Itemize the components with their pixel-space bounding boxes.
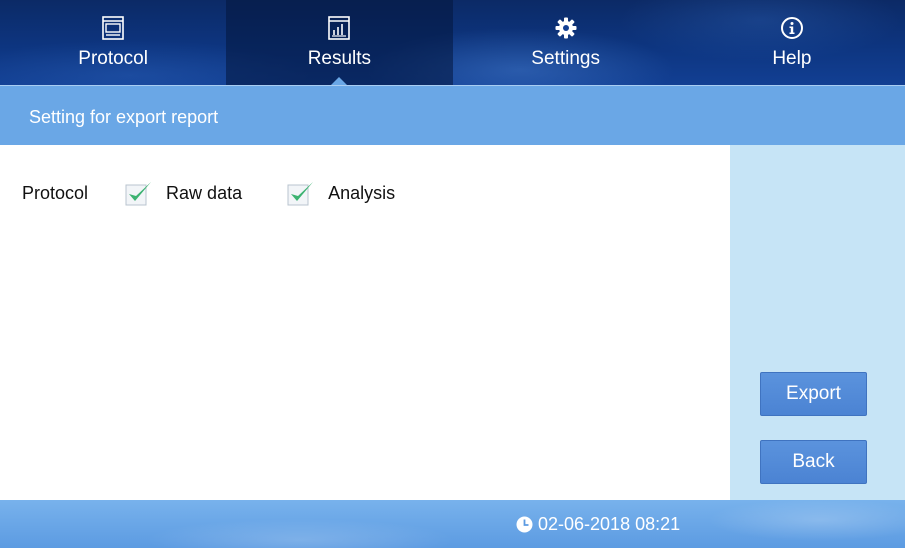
tab-settings-label: Settings xyxy=(531,48,600,69)
tab-results-label: Results xyxy=(307,48,372,69)
main-content: Protocol Raw data Analysis xyxy=(0,145,730,500)
raw-data-label: Raw data xyxy=(166,182,243,203)
info-icon xyxy=(780,14,804,42)
clock: 02-06-2018 08:21 xyxy=(516,514,680,535)
tab-results[interactable]: Results xyxy=(226,0,453,85)
tab-protocol[interactable]: Protocol xyxy=(0,0,226,85)
page-title: Setting for export report xyxy=(29,107,219,127)
datetime-text: 02-06-2018 08:21 xyxy=(538,514,681,534)
back-button[interactable]: Back xyxy=(760,440,867,484)
analysis-label: Analysis xyxy=(328,182,396,203)
tab-help[interactable]: Help xyxy=(679,0,905,85)
clock-icon xyxy=(516,516,533,533)
export-options-row: Protocol Raw data Analysis xyxy=(22,179,439,207)
tab-settings[interactable]: Settings xyxy=(453,0,679,85)
analysis-checkbox[interactable]: Analysis xyxy=(286,179,395,207)
bar-chart-icon xyxy=(328,14,351,42)
export-button[interactable]: Export xyxy=(760,372,867,416)
window-icon xyxy=(102,14,124,42)
protocol-label: Protocol xyxy=(22,182,89,203)
checkmark-icon xyxy=(287,182,314,206)
active-tab-caret xyxy=(330,77,349,85)
gear-icon xyxy=(554,14,578,42)
checkmark-icon xyxy=(125,182,152,206)
action-side-panel: Export Back xyxy=(730,145,905,500)
raw-data-checkbox[interactable]: Raw data xyxy=(124,179,242,207)
title-bar: Setting for export report xyxy=(0,85,905,145)
tab-help-label: Help xyxy=(772,48,812,69)
status-bar: 02-06-2018 08:21 xyxy=(0,500,905,548)
tab-protocol-label: Protocol xyxy=(78,48,148,69)
top-navigation: Protocol Results Settings Help xyxy=(0,0,905,85)
